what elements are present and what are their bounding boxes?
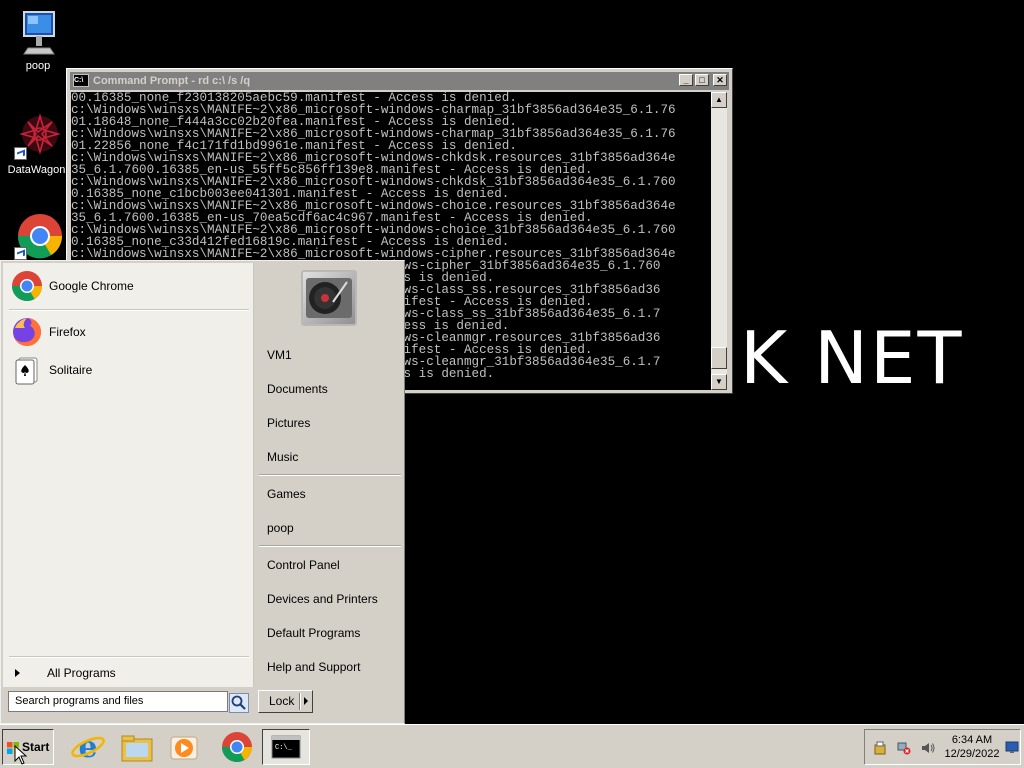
start-menu: Google Chrome Firefox Solitaire All Prog… xyxy=(0,260,405,724)
taskbar-chrome[interactable] xyxy=(217,729,257,765)
divider xyxy=(9,656,249,658)
svg-text:e: e xyxy=(78,730,97,765)
desktop-watermark: K NET xyxy=(740,316,964,400)
clock-time: 6:34 AM xyxy=(951,734,993,746)
cmd-icon: C:\_ xyxy=(271,735,301,759)
desktop-icon-label: poop xyxy=(25,60,51,72)
turntable-icon xyxy=(306,278,352,318)
divider xyxy=(299,693,301,710)
start-right-music[interactable]: Music xyxy=(267,445,401,469)
all-programs-label: All Programs xyxy=(47,666,116,680)
shortcut-arrow-icon xyxy=(14,147,27,160)
taskbar-media-player[interactable] xyxy=(165,729,205,765)
chevron-right-icon xyxy=(15,669,20,677)
desktop-icon-datawagon[interactable]: DataWagon. xyxy=(2,112,74,176)
start-right-games[interactable]: Games xyxy=(267,482,401,506)
shortcut-arrow-icon xyxy=(14,247,27,260)
datawagon-icon xyxy=(14,112,62,160)
maximize-button[interactable]: □ xyxy=(695,74,709,86)
ie-icon: e xyxy=(71,730,105,765)
start-item-firefox[interactable]: Firefox xyxy=(7,315,253,349)
cmd-icon: C:\ xyxy=(73,73,89,87)
start-right-control-panel[interactable]: Control Panel xyxy=(267,553,401,577)
desktop-icon-chrome[interactable] xyxy=(2,212,74,264)
start-menu-programs-pane: Google Chrome Firefox Solitaire All Prog… xyxy=(3,263,254,687)
taskbar: Start e C:\_ 6:34 AM 12/29/2022 xyxy=(0,724,1024,768)
volume-icon[interactable] xyxy=(921,741,935,755)
start-right-default-programs[interactable]: Default Programs xyxy=(267,621,401,645)
start-item-google-chrome[interactable]: Google Chrome xyxy=(7,269,253,303)
start-button[interactable]: Start xyxy=(2,729,54,765)
action-center-icon[interactable] xyxy=(873,741,887,755)
start-item-label: Firefox xyxy=(49,325,86,339)
explorer-icon xyxy=(121,735,153,762)
computer-icon xyxy=(14,8,62,56)
user-avatar[interactable] xyxy=(301,270,357,326)
taskbar-explorer[interactable] xyxy=(117,729,157,765)
network-error-icon[interactable] xyxy=(897,741,911,755)
window-titlebar[interactable]: C:\ Command Prompt - rd c:\ /s /q _ □ ✕ xyxy=(70,72,729,90)
window-title: Command Prompt - rd c:\ /s /q xyxy=(93,75,251,87)
minimize-button[interactable]: _ xyxy=(679,74,693,86)
start-item-label: Solitaire xyxy=(49,363,93,377)
search-button[interactable] xyxy=(229,693,249,713)
svg-text:C:\_: C:\_ xyxy=(275,744,293,752)
start-right-pictures[interactable]: Pictures xyxy=(267,411,401,435)
solitaire-icon xyxy=(11,354,43,386)
start-menu-places-pane: VM1 Documents Pictures Music Games poop … xyxy=(255,263,403,687)
search-icon xyxy=(231,695,246,710)
taskbar-ie[interactable]: e xyxy=(68,729,108,765)
search-input[interactable]: Search programs and files xyxy=(8,691,228,712)
chevron-right-icon[interactable] xyxy=(304,697,308,705)
scroll-down-button[interactable]: ▼ xyxy=(711,374,727,390)
divider xyxy=(259,474,401,476)
media-player-icon xyxy=(170,736,198,760)
desktop-icon-computer[interactable]: poop xyxy=(2,8,74,72)
divider xyxy=(9,309,249,311)
show-desktop-icon[interactable] xyxy=(1005,740,1019,754)
clock-date: 12/29/2022 xyxy=(944,748,1000,760)
chrome-icon xyxy=(14,212,62,260)
system-tray: 6:34 AM 12/29/2022 xyxy=(864,729,1021,765)
all-programs-button[interactable]: All Programs xyxy=(7,661,251,685)
scroll-thumb[interactable] xyxy=(711,347,727,369)
taskbar-command-prompt[interactable]: C:\_ xyxy=(262,729,310,765)
clock[interactable]: 6:34 AM 12/29/2022 xyxy=(937,733,1007,761)
close-button[interactable]: ✕ xyxy=(713,74,727,86)
chrome-icon xyxy=(11,270,43,302)
start-right-vm1[interactable]: VM1 xyxy=(267,343,401,367)
start-item-label: Google Chrome xyxy=(49,279,134,293)
vertical-scrollbar[interactable]: ▲ ▼ xyxy=(711,92,727,390)
start-item-solitaire[interactable]: Solitaire xyxy=(7,353,253,387)
mouse-cursor-icon xyxy=(14,745,28,765)
desktop-icon-label: DataWagon. xyxy=(7,164,69,176)
start-right-poop[interactable]: poop xyxy=(267,516,401,540)
start-right-devices-printers[interactable]: Devices and Printers xyxy=(267,587,401,611)
start-right-documents[interactable]: Documents xyxy=(267,377,401,401)
lock-button[interactable]: Lock xyxy=(258,690,313,713)
scroll-up-button[interactable]: ▲ xyxy=(711,92,727,108)
chrome-icon xyxy=(222,732,252,763)
start-right-help-support[interactable]: Help and Support xyxy=(267,655,401,679)
lock-label: Lock xyxy=(269,694,295,708)
divider xyxy=(259,545,401,547)
firefox-icon xyxy=(11,316,43,348)
